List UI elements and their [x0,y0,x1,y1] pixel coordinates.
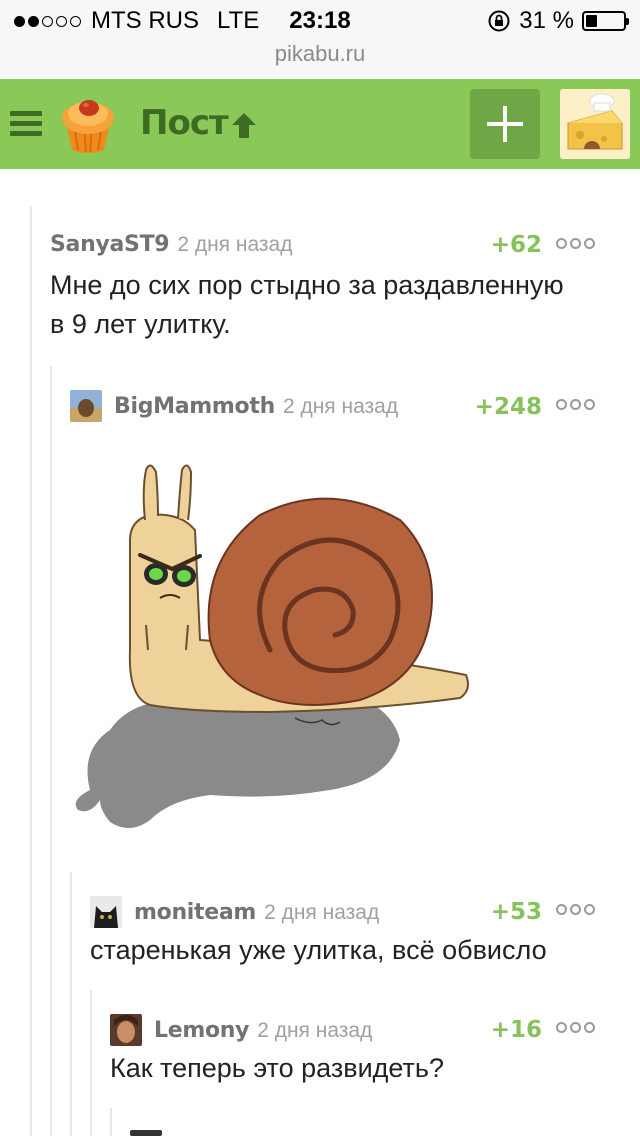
comment-score: +53 [490,899,542,925]
status-bar: MTS RUS LTE 23:18 31 % [0,0,640,40]
orientation-lock-icon [488,10,510,32]
avatar-cheese-icon [560,89,630,159]
comment-text-line: в 9 лет улитку. [50,309,231,339]
thread-line [30,206,32,1136]
more-options-icon[interactable] [556,399,595,410]
comment-score: +62 [490,232,542,258]
more-options-icon[interactable] [556,238,595,249]
comment-time: 2 дня назад [257,1019,373,1042]
url-bar[interactable]: pikabu.ru [0,40,640,78]
add-post-button[interactable] [470,89,540,159]
comment-time: 2 дня назад [282,395,399,418]
comment-score: +16 [490,1017,542,1043]
arrow-up-icon[interactable] [228,109,260,141]
angry-snail-image[interactable] [70,450,470,835]
thread-line [50,366,52,1136]
comment-author[interactable]: SanyaST9 [50,232,170,257]
more-options-icon[interactable] [556,1022,595,1033]
url-text: pikabu.ru [274,41,366,66]
commenter-avatar[interactable] [70,390,102,422]
site-header: Пост [0,79,640,169]
more-options-icon[interactable] [556,904,595,915]
hamburger-menu-icon[interactable] [10,111,42,137]
commenter-avatar[interactable] [90,896,122,928]
thread-line [90,990,92,1136]
user-avatar[interactable] [560,89,630,159]
page-title: Пост [140,103,229,143]
comment-text: Мне до сих пор стыдно за раздавленную в … [50,266,564,344]
comment-time: 2 дня назад [264,901,380,924]
comment-author[interactable]: BigMammoth [114,394,275,419]
comment-text-line: старенькая уже улитка, всё обвисло [90,935,547,965]
thread-line [110,1108,112,1136]
comment-author[interactable]: Lemony [154,1018,249,1043]
comment-score: +248 [474,394,542,420]
comment-time: 2 дня назад [177,233,293,256]
comment-text: старенькая уже улитка, всё обвисло [90,931,547,970]
commenter-avatar[interactable] [130,1130,162,1136]
battery-icon [582,11,629,31]
thread-line [70,872,72,1136]
comment-text-line: Мне до сих пор стыдно за раздавленную [50,270,564,300]
comment-author[interactable]: moniteam [134,900,256,925]
commenter-avatar[interactable] [110,1014,142,1046]
pikabu-cupcake-logo[interactable] [56,92,120,156]
battery-percent: 31 % [519,7,574,34]
comment-text: Как теперь это развидеть? [110,1049,444,1088]
comment-text-line: Как теперь это развидеть? [110,1053,444,1083]
